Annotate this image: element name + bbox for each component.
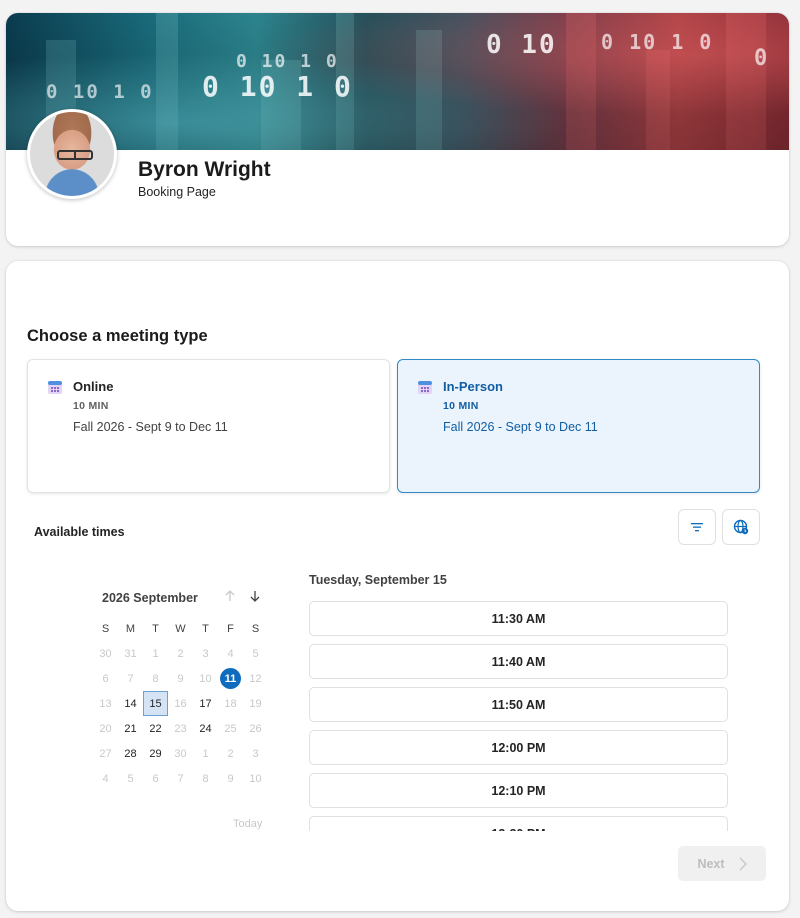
calendar-day: 8 [152, 672, 159, 685]
time-slot-button[interactable]: 12:20 PM [309, 816, 728, 831]
calendar-day: 6 [102, 672, 109, 685]
calendar-day: 25 [224, 722, 237, 735]
time-slot-button[interactable]: 12:10 PM [309, 773, 728, 808]
calendar-day-number: 11 [220, 668, 241, 689]
meeting-type-online[interactable]: Online 10 MIN Fall 2026 - Sept 9 to Dec … [27, 359, 390, 493]
calendar-day: 1 [152, 647, 159, 660]
time-slot-list[interactable]: 11:30 AM 11:40 AM 11:50 AM 12:00 PM 12:10 PM… [309, 601, 728, 831]
time-slot-button[interactable]: 11:30 AM [309, 601, 728, 636]
calendar-day: 10 [199, 672, 212, 685]
calendar-day: 20 [99, 722, 112, 735]
banner-image: 0 10 1 0 0 10 1 0 0 10 1 0 0 10 0 10 1 0… [6, 13, 789, 150]
calendar-day: 9 [227, 772, 234, 785]
calendar-day: 13 [99, 697, 112, 710]
booking-card: Choose a meeting type Online 10 MIN Fall… [6, 261, 789, 911]
calendar-day: 12 [249, 672, 262, 685]
previous-month-button[interactable] [221, 587, 239, 605]
banner-digits: 0 10 1 0 [46, 81, 154, 103]
calendar-day: 30 [174, 747, 187, 760]
next-button-label: Next [697, 856, 725, 871]
filter-icon [691, 523, 703, 532]
next-month-button[interactable] [246, 587, 264, 605]
calendar-day: 10 [249, 772, 262, 785]
calendar-day: 4 [102, 772, 109, 785]
calendar-day-today: 11 [218, 666, 243, 691]
globe-icon [733, 519, 749, 535]
section-title: Choose a meeting type [27, 327, 208, 345]
meeting-type-in-person[interactable]: In-Person 10 MIN Fall 2026 - Sept 9 to D… [397, 359, 760, 493]
calendar-day[interactable]: 14 [118, 691, 143, 716]
chevron-right-icon [739, 857, 747, 870]
time-slot-button[interactable]: 11:50 AM [309, 687, 728, 722]
calendar-month-label: 2026 September [102, 591, 198, 605]
calendar-day[interactable]: 22 [143, 716, 168, 741]
meeting-type-duration: 10 MIN [73, 400, 109, 412]
calendar-day: 1 [202, 747, 209, 760]
calendar-day: 7 [177, 772, 184, 785]
calendar-day: 4 [227, 647, 234, 660]
calendar-day: 19 [249, 697, 262, 710]
profile-header-card: 0 10 1 0 0 10 1 0 0 10 1 0 0 10 0 10 1 0… [6, 13, 789, 246]
calendar-day[interactable]: 21 [118, 716, 143, 741]
weekday-header: T [202, 622, 209, 635]
timezone-button[interactable] [722, 509, 760, 545]
weekday-header: M [125, 622, 136, 635]
arrow-up-icon [225, 590, 235, 601]
weekday-header: W [175, 622, 186, 635]
calendar-day: 31 [124, 647, 137, 660]
meeting-type-range: Fall 2026 - Sept 9 to Dec 11 [443, 420, 598, 434]
next-button[interactable]: Next [678, 846, 766, 881]
meeting-type-duration: 10 MIN [443, 400, 479, 412]
time-slot-button[interactable]: 11:40 AM [309, 644, 728, 679]
weekday-header: S [101, 622, 110, 635]
calendar-day: 18 [224, 697, 237, 710]
calendar-icon [48, 381, 62, 394]
calendar-day[interactable]: 24 [193, 716, 218, 741]
calendar-day: 2 [177, 647, 184, 660]
calendar-day: 23 [174, 722, 187, 735]
calendar-day: 7 [127, 672, 134, 685]
avatar [27, 109, 117, 199]
calendar-grid: S M T W T F S 30 31 1 2 3 4 5 6 7 8 9 10 11 12 13 14 15 16 17 18 19… [93, 616, 268, 791]
page-subtitle: Booking Page [138, 185, 216, 199]
calendar-day: 26 [249, 722, 262, 735]
selected-date-heading: Tuesday, September 15 [309, 573, 447, 587]
calendar-day: 2 [227, 747, 234, 760]
available-times-label: Available times [34, 525, 125, 539]
calendar-day: 9 [177, 672, 184, 685]
arrow-down-icon [250, 591, 260, 602]
calendar-day: 27 [99, 747, 112, 760]
calendar-day: 3 [202, 647, 209, 660]
banner-digits: 0 [754, 46, 770, 71]
filter-button[interactable] [678, 509, 716, 545]
owner-name: Byron Wright [138, 158, 271, 181]
calendar-day[interactable]: 17 [193, 691, 218, 716]
meeting-type-name: In-Person [443, 379, 503, 394]
banner-digits: 0 10 1 0 [236, 51, 339, 72]
calendar-day-selected[interactable]: 15 [143, 691, 168, 716]
calendar-day: 16 [174, 697, 187, 710]
banner-digits: 0 10 1 0 [601, 30, 714, 54]
banner-digits: 0 10 1 0 [202, 70, 353, 103]
calendar-icon [418, 381, 432, 394]
today-button[interactable]: Today [233, 818, 262, 830]
banner-digits: 0 10 [486, 30, 557, 60]
weekday-header: S [251, 622, 260, 635]
weekday-header: F [227, 622, 234, 635]
calendar-day: 5 [127, 772, 134, 785]
calendar-day: 8 [202, 772, 209, 785]
calendar-day[interactable]: 29 [143, 741, 168, 766]
meeting-type-name: Online [73, 379, 114, 394]
meeting-type-range: Fall 2026 - Sept 9 to Dec 11 [73, 420, 228, 434]
calendar-day[interactable]: 28 [118, 741, 143, 766]
calendar-day: 6 [152, 772, 159, 785]
calendar-day: 30 [99, 647, 112, 660]
weekday-header: T [152, 622, 159, 635]
time-slot-button[interactable]: 12:00 PM [309, 730, 728, 765]
calendar-day: 5 [252, 647, 259, 660]
calendar-day: 3 [252, 747, 259, 760]
